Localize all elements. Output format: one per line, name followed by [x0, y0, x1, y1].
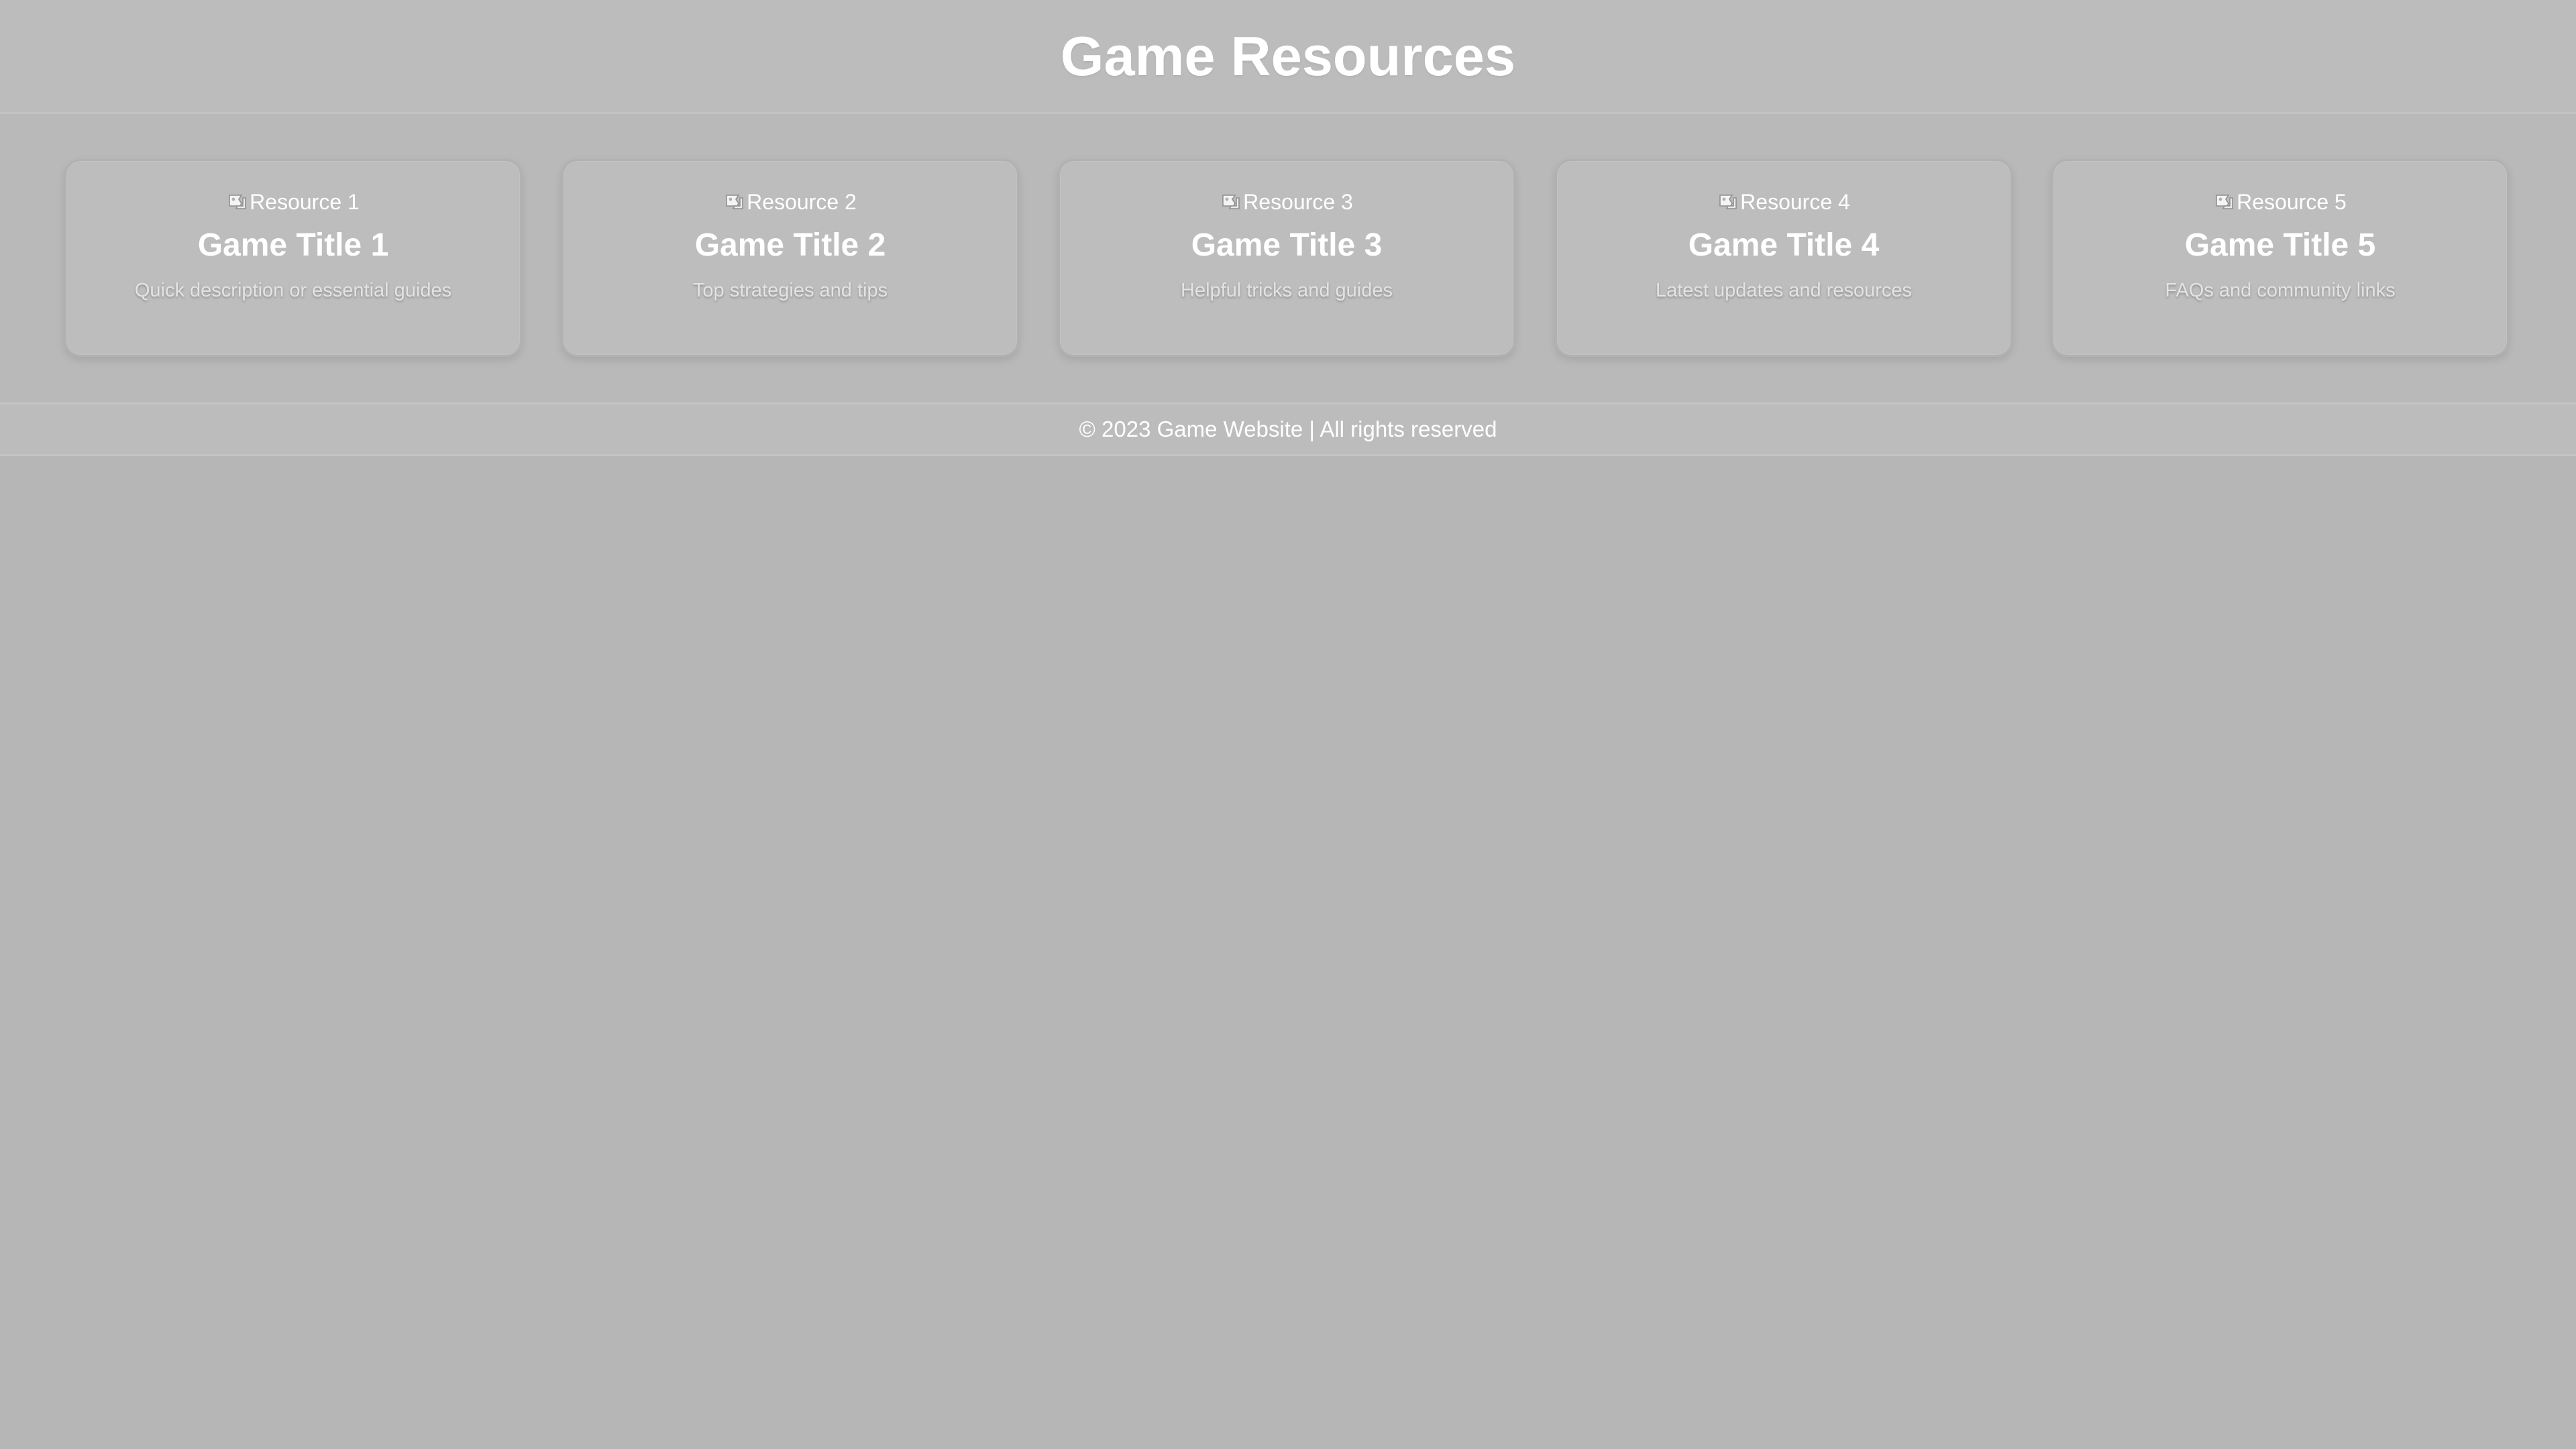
page-header: Game Resources: [0, 0, 2576, 114]
card-title: Game Title 2: [694, 227, 886, 263]
card-title: Game Title 1: [197, 227, 389, 263]
resource-image-alt: Resource 1: [250, 189, 360, 214]
resource-card-5[interactable]: Resource 5 Game Title 5 FAQs and communi…: [2051, 159, 2509, 357]
card-title: Game Title 3: [1191, 227, 1383, 263]
card-description: Top strategies and tips: [692, 280, 888, 301]
resource-image: Resource 4: [1557, 188, 2010, 216]
resource-image-alt: Resource 3: [1243, 189, 1353, 214]
resource-image: Resource 5: [2053, 188, 2507, 216]
resource-image: Resource 3: [1060, 188, 1513, 216]
broken-image-icon: [1719, 195, 1737, 209]
card-description: Quick description or essential guides: [134, 280, 452, 301]
broken-image-icon: [229, 195, 246, 209]
page-title: Game Resources: [1060, 25, 1516, 87]
page-footer: © 2023 Game Website | All rights reserve…: [0, 402, 2576, 456]
resource-image-alt: Resource 5: [2237, 189, 2347, 214]
card-title: Game Title 5: [2184, 227, 2376, 263]
resource-card-3[interactable]: Resource 3 Game Title 3 Helpful tricks a…: [1058, 159, 1515, 357]
resource-image: Resource 1: [66, 188, 520, 216]
card-description: Helpful tricks and guides: [1181, 280, 1393, 301]
resource-image-alt: Resource 4: [1740, 189, 1850, 214]
main-content: Resource 1 Game Title 1 Quick descriptio…: [0, 114, 2576, 402]
broken-image-icon: [726, 195, 743, 209]
card-description: Latest updates and resources: [1655, 280, 1913, 301]
broken-image-icon: [2216, 195, 2233, 209]
resource-card-1[interactable]: Resource 1 Game Title 1 Quick descriptio…: [64, 159, 522, 357]
resource-image-alt: Resource 2: [747, 189, 857, 214]
footer-copyright: © 2023 Game Website | All rights reserve…: [1079, 417, 1497, 441]
broken-image-icon: [1222, 195, 1240, 209]
resource-card-4[interactable]: Resource 4 Game Title 4 Latest updates a…: [1555, 159, 2012, 357]
card-title: Game Title 4: [1688, 227, 1880, 263]
card-description: FAQs and community links: [2165, 280, 2396, 301]
resource-image: Resource 2: [564, 188, 1017, 216]
resource-card-2[interactable]: Resource 2 Game Title 2 Top strategies a…: [561, 159, 1019, 357]
resource-card-grid: Resource 1 Game Title 1 Quick descriptio…: [64, 159, 2510, 357]
